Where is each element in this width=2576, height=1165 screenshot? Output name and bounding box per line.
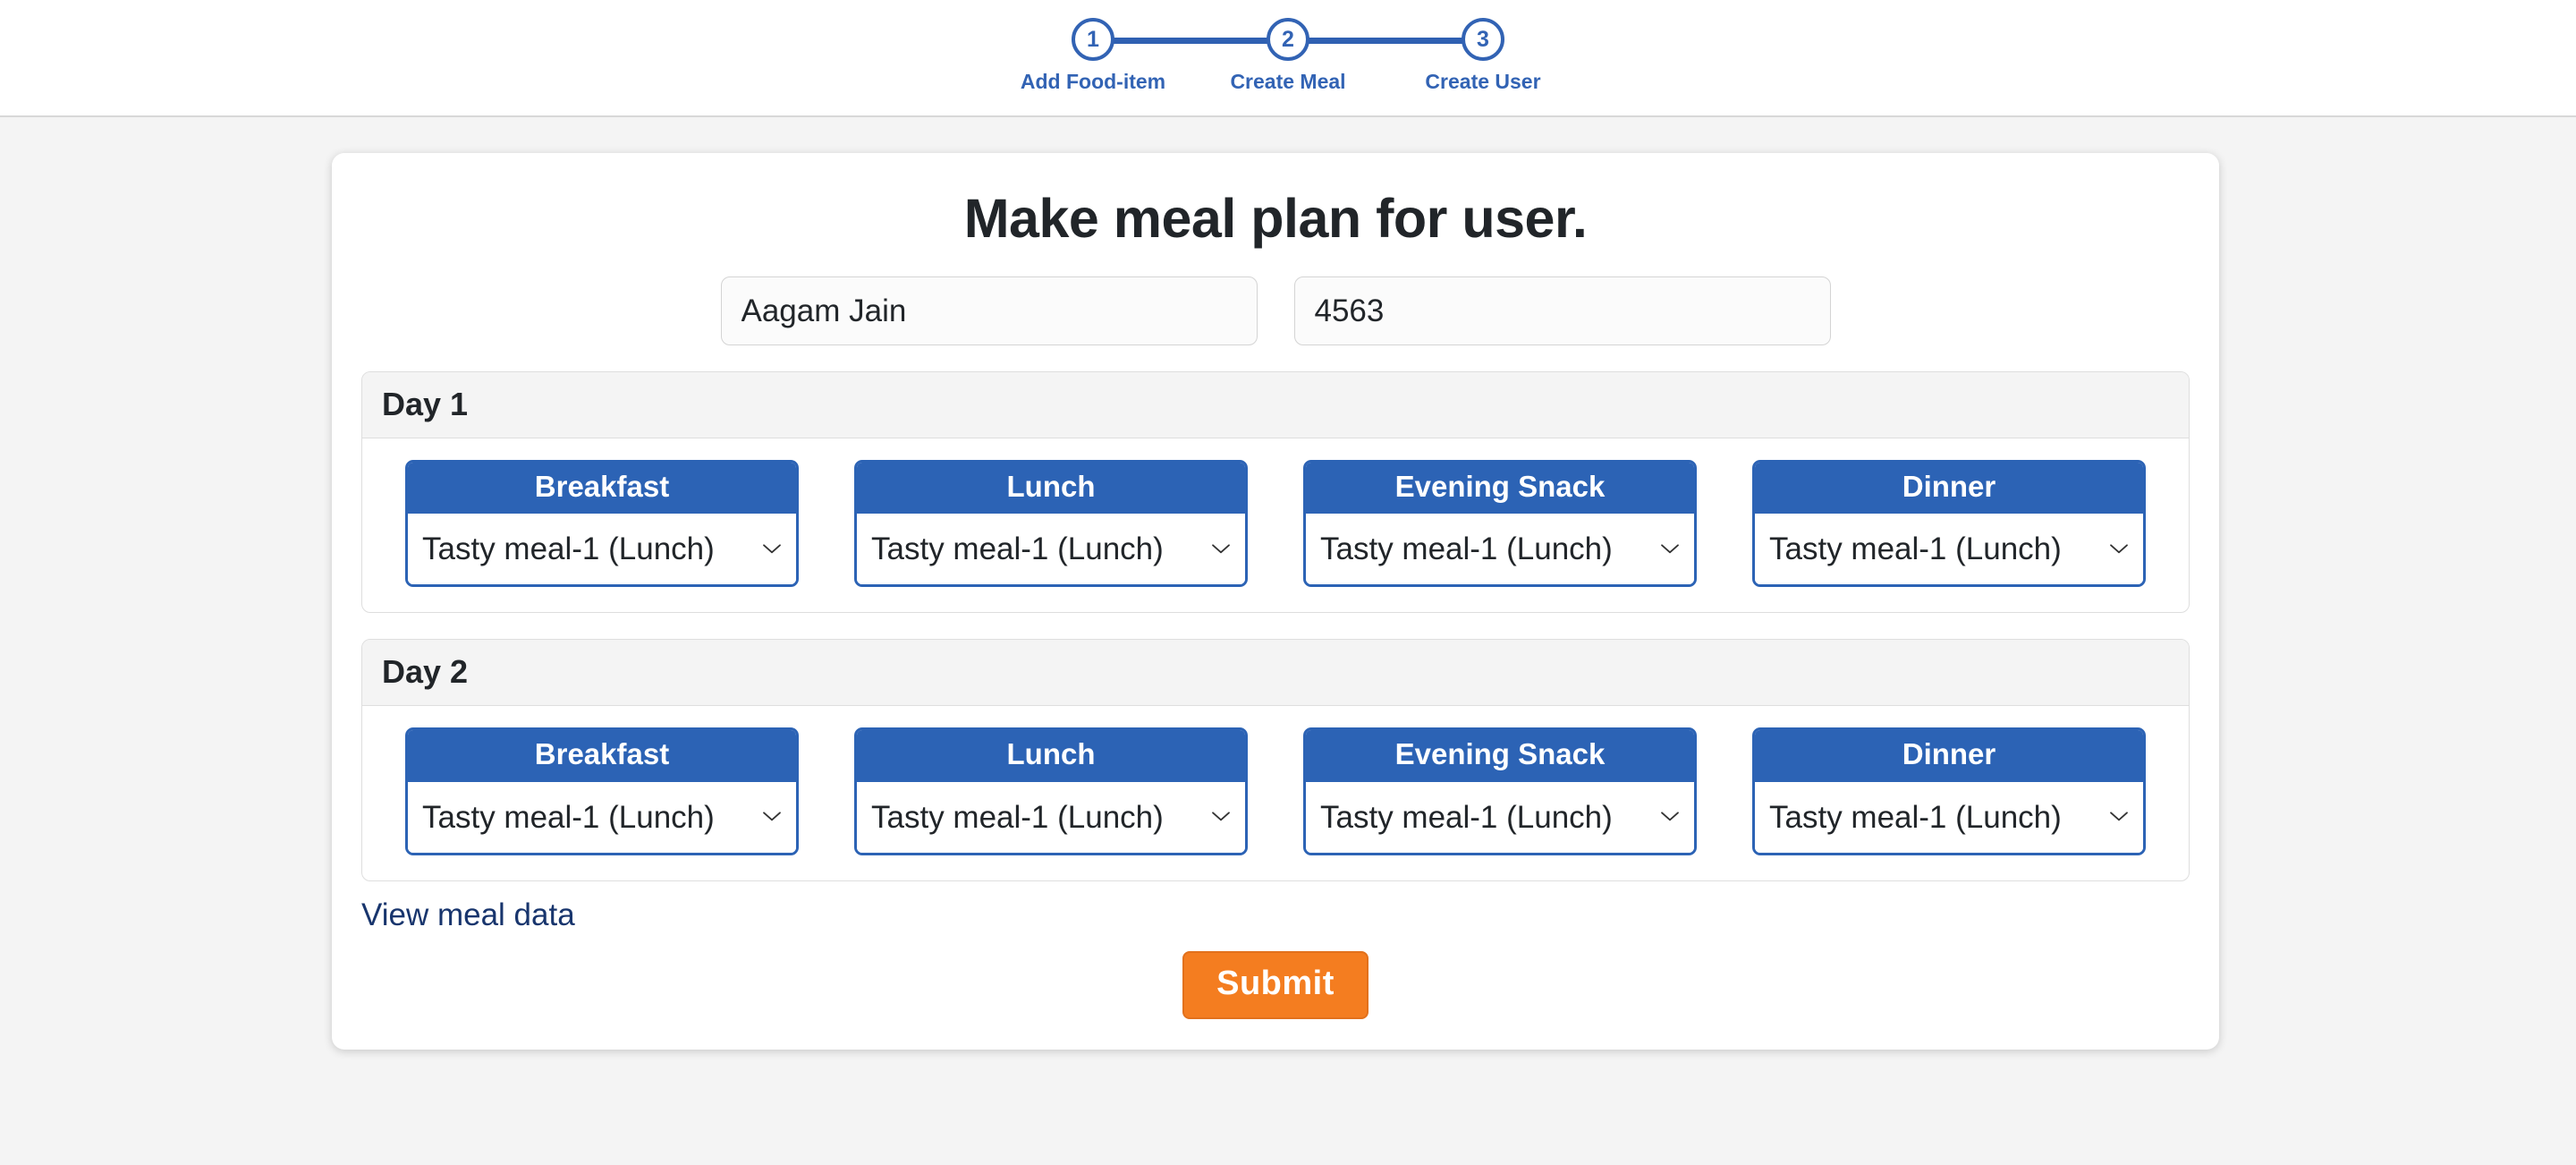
stepper-label-3[interactable]: Create User [1425, 70, 1540, 94]
meal-column-label: Evening Snack [1306, 730, 1694, 782]
meal-plan-card: Make meal plan for user. Day 1 Breakfast… [332, 153, 2219, 1050]
meal-column-label: Dinner [1755, 463, 2143, 514]
meal-column-evening-snack: Evening Snack Tasty meal-1 (Lunch) [1303, 727, 1697, 855]
stepper-label-1[interactable]: Add Food-item [1021, 70, 1165, 94]
meal-column-label: Dinner [1755, 730, 2143, 782]
view-meal-data-row: View meal data [361, 897, 2219, 933]
day-title: Day 2 [362, 640, 2189, 707]
stepper-step-3[interactable]: 3 Create User [1385, 0, 1580, 94]
user-id-input[interactable] [1293, 276, 1831, 345]
meal-select-wrap: Tasty meal-1 (Lunch) [408, 781, 796, 853]
stepper-step-1[interactable]: 1 Add Food-item [996, 0, 1288, 94]
day-card: Day 2 Breakfast Tasty meal-1 (Lunch) Lun… [361, 639, 2190, 881]
page-title: Make meal plan for user. [963, 188, 1588, 249]
stepper-label-2[interactable]: Create Meal [1230, 70, 1345, 94]
meal-select-evening-snack-day1[interactable]: Tasty meal-1 (Lunch) [1306, 514, 1694, 585]
stepper-connector-2 [1288, 38, 1483, 44]
stepper-connector-1 [1093, 38, 1288, 44]
page-body: Make meal plan for user. Day 1 Breakfast… [0, 117, 2576, 1165]
meal-column-label: Lunch [857, 463, 1245, 514]
meal-column-breakfast: Breakfast Tasty meal-1 (Lunch) [405, 460, 799, 588]
meal-select-wrap: Tasty meal-1 (Lunch) [1755, 781, 2143, 853]
meal-column-lunch: Lunch Tasty meal-1 (Lunch) [854, 727, 1248, 855]
user-fields-row [332, 276, 2219, 345]
meal-select-wrap: Tasty meal-1 (Lunch) [857, 514, 1245, 585]
meal-column-label: Breakfast [408, 463, 796, 514]
meal-select-lunch-day2[interactable]: Tasty meal-1 (Lunch) [857, 781, 1245, 853]
day-meals-row: Breakfast Tasty meal-1 (Lunch) Lunch Tas… [362, 706, 2189, 880]
meal-column-label: Lunch [857, 730, 1245, 782]
meal-select-wrap: Tasty meal-1 (Lunch) [408, 514, 796, 585]
stepper-circle-3[interactable]: 3 [1462, 18, 1504, 61]
meal-column-label: Breakfast [408, 730, 796, 782]
meal-column-breakfast: Breakfast Tasty meal-1 (Lunch) [405, 727, 799, 855]
stepper: 1 Add Food-item 2 Create Meal 3 Create U… [996, 0, 1580, 117]
meal-select-dinner-day2[interactable]: Tasty meal-1 (Lunch) [1755, 781, 2143, 853]
day-title: Day 1 [362, 372, 2189, 438]
meal-select-breakfast-day2[interactable]: Tasty meal-1 (Lunch) [408, 781, 796, 853]
meal-select-wrap: Tasty meal-1 (Lunch) [1306, 514, 1694, 585]
meal-select-dinner-day1[interactable]: Tasty meal-1 (Lunch) [1755, 514, 2143, 585]
stepper-header: 1 Add Food-item 2 Create Meal 3 Create U… [0, 0, 2576, 117]
meal-select-lunch-day1[interactable]: Tasty meal-1 (Lunch) [857, 514, 1245, 585]
day-card: Day 1 Breakfast Tasty meal-1 (Lunch) Lun… [361, 371, 2190, 614]
submit-button[interactable]: Submit [1182, 950, 1368, 1019]
meal-select-wrap: Tasty meal-1 (Lunch) [1755, 514, 2143, 585]
meal-column-label: Evening Snack [1306, 463, 1694, 514]
meal-select-wrap: Tasty meal-1 (Lunch) [857, 781, 1245, 853]
meal-select-wrap: Tasty meal-1 (Lunch) [1306, 781, 1694, 853]
meal-column-dinner: Dinner Tasty meal-1 (Lunch) [1752, 460, 2146, 588]
stepper-circle-2[interactable]: 2 [1267, 18, 1309, 61]
meal-column-lunch: Lunch Tasty meal-1 (Lunch) [854, 460, 1248, 588]
meal-select-evening-snack-day2[interactable]: Tasty meal-1 (Lunch) [1306, 781, 1694, 853]
meal-select-breakfast-day1[interactable]: Tasty meal-1 (Lunch) [408, 514, 796, 585]
user-name-input[interactable] [720, 276, 1258, 345]
view-meal-data-link[interactable]: View meal data [361, 897, 575, 932]
stepper-circle-1[interactable]: 1 [1072, 18, 1114, 61]
submit-row: Submit [332, 950, 2219, 1019]
meal-column-dinner: Dinner Tasty meal-1 (Lunch) [1752, 727, 2146, 855]
stepper-step-2[interactable]: 2 Create Meal [1191, 0, 1483, 94]
day-meals-row: Breakfast Tasty meal-1 (Lunch) Lunch Tas… [362, 438, 2189, 612]
meal-column-evening-snack: Evening Snack Tasty meal-1 (Lunch) [1303, 460, 1697, 588]
